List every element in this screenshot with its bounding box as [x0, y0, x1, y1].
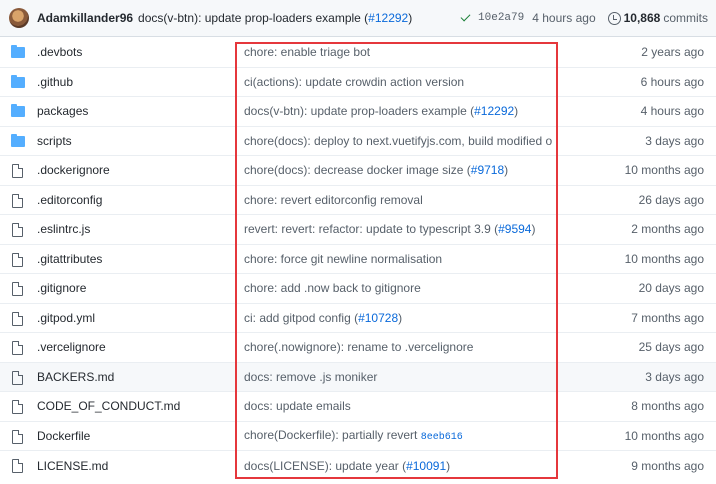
file-icon — [12, 370, 23, 385]
pr-link[interactable]: #12292 — [474, 104, 514, 118]
file-row[interactable]: packages docs(v-btn): update prop-loaders… — [0, 97, 716, 127]
file-icon — [12, 223, 23, 237]
commit-message-link[interactable]: chore: revert editorconfig removal — [244, 193, 552, 207]
commit-message-link[interactable]: chore(docs): decrease docker image size … — [244, 163, 552, 177]
commit-age: 7 months ago — [631, 310, 704, 325]
commit-age: 25 days ago — [638, 340, 704, 355]
file-name-link[interactable]: BACKERS.md — [37, 370, 114, 384]
file-list: .devbots chore: enable triage bot 2 years … — [0, 38, 716, 481]
file-name-link[interactable]: .eslintrc.js — [37, 222, 90, 236]
file-name-link[interactable]: .gitpod.yml — [37, 311, 95, 325]
file-name-link[interactable]: .editorconfig — [37, 193, 102, 207]
commit-age: 8 months ago — [631, 399, 704, 414]
commit-age: 4 hours ago — [640, 104, 704, 119]
commit-age: 2 years ago — [641, 45, 704, 60]
file-row[interactable]: Dockerfile chore(Dockerfile): partially r… — [0, 422, 716, 451]
commit-message-link[interactable]: docs(v-btn): update prop-loaders example… — [244, 104, 552, 118]
commit-message-link[interactable]: docs: remove .js moniker — [244, 370, 552, 384]
commit-age: 3 days ago — [645, 133, 704, 148]
check-icon[interactable] — [460, 12, 472, 24]
file-name-link[interactable]: CODE_OF_CONDUCT.md — [37, 399, 180, 413]
file-icon — [12, 282, 23, 296]
pr-link[interactable]: #9594 — [498, 222, 531, 236]
commit-age: 10 months ago — [624, 428, 704, 443]
file-row[interactable]: .dockerignore chore(docs): decrease docke… — [0, 156, 716, 186]
commit-message-link[interactable]: chore(.nowignore): rename to .verceligno… — [244, 340, 552, 354]
file-name-link[interactable]: LICENSE.md — [37, 459, 108, 473]
file-name-link[interactable]: .dockerignore — [37, 163, 110, 177]
file-icon — [12, 429, 23, 444]
file-row[interactable]: CODE_OF_CONDUCT.md docs: update emails 8 m… — [0, 392, 716, 422]
pr-link[interactable]: #9718 — [471, 163, 504, 177]
file-name-link[interactable]: packages — [37, 104, 88, 118]
file-row[interactable]: .gitattributes chore: force git newline n… — [0, 245, 716, 274]
file-row[interactable]: .eslintrc.js revert: revert: refactor: up… — [0, 215, 716, 245]
file-icon — [12, 341, 23, 355]
file-icon — [12, 400, 23, 414]
commit-age: 3 days ago — [645, 369, 704, 384]
file-name-link[interactable]: Dockerfile — [37, 429, 90, 443]
file-row[interactable]: LICENSE.md docs(LICENSE): update year (#1… — [0, 451, 716, 481]
commit-age: 10 months ago — [624, 251, 704, 266]
folder-icon — [11, 74, 25, 88]
commits-label[interactable]: commits — [663, 11, 708, 25]
file-name-link[interactable]: .vercelignore — [37, 340, 106, 354]
commit-message-link[interactable]: ci: add gitpod config (#10728) — [244, 311, 552, 325]
file-row[interactable]: scripts chore(docs): deploy to next.vueti… — [0, 127, 716, 156]
commit-message-link[interactable]: revert: revert: refactor: update to type… — [244, 222, 552, 236]
commit-age: 20 days ago — [638, 281, 704, 296]
commit-time: 4 hours ago — [532, 11, 596, 25]
latest-commit-pr-link[interactable]: #12292 — [368, 11, 408, 25]
pr-link[interactable]: #10728 — [358, 311, 398, 325]
commit-message-link[interactable]: chore: force git newline normalisation — [244, 252, 552, 266]
commit-message-link[interactable]: docs(LICENSE): update year (#10091) — [244, 459, 552, 473]
commit-message-link[interactable]: docs: update emails — [244, 399, 552, 413]
file-icon — [12, 164, 23, 178]
commit-age: 26 days ago — [638, 192, 704, 207]
file-icon — [12, 252, 23, 267]
file-row[interactable]: .gitpod.yml ci: add gitpod config (#10728… — [0, 304, 716, 333]
latest-commit-bar: Adamkillander96 docs(v-btn): update prop… — [0, 0, 716, 37]
commit-sha-link[interactable]: 8eeb616 — [421, 432, 463, 443]
commit-age: 10 months ago — [624, 163, 704, 178]
file-name-link[interactable]: scripts — [37, 134, 72, 148]
file-icon — [12, 459, 23, 473]
folder-icon — [11, 45, 25, 58]
file-name-link[interactable]: .gitattributes — [37, 252, 102, 266]
folder-icon — [11, 133, 25, 147]
commit-message-link[interactable]: chore: enable triage bot — [244, 45, 552, 59]
file-row[interactable]: .gitignore chore: add .now back to gitign… — [0, 274, 716, 304]
latest-commit-message[interactable]: docs(v-btn): update prop-loaders example… — [138, 11, 412, 25]
commit-sha[interactable]: 10e2a79 — [478, 12, 524, 24]
commit-age: 2 months ago — [631, 222, 704, 237]
file-icon — [12, 193, 23, 208]
file-row[interactable]: .editorconfig chore: revert editorconfig … — [0, 186, 716, 215]
commit-age: 9 months ago — [631, 458, 704, 473]
file-row[interactable]: .vercelignore chore(.nowignore): rename t… — [0, 333, 716, 363]
file-row[interactable]: .github ci(actions): update crowdin actio… — [0, 68, 716, 97]
pr-link[interactable]: #10091 — [406, 459, 446, 473]
commit-message-link[interactable]: chore: add .now back to gitignore — [244, 281, 552, 295]
commit-message-link[interactable]: chore(Dockerfile): partially revert 8eeb… — [244, 428, 552, 443]
file-name-link[interactable]: .github — [37, 75, 73, 89]
commit-message-link[interactable]: ci(actions): update crowdin action versi… — [244, 75, 552, 89]
file-row[interactable]: BACKERS.md docs: remove .js moniker 3 days… — [0, 362, 716, 392]
folder-icon — [11, 104, 25, 117]
author-avatar[interactable] — [9, 8, 29, 28]
commits-count[interactable]: 10,868 — [624, 11, 661, 25]
file-row[interactable]: .devbots chore: enable triage bot 2 years … — [0, 38, 716, 68]
commit-message-link[interactable]: chore(docs): deploy to next.vuetifyjs.co… — [244, 134, 552, 148]
commit-author[interactable]: Adamkillander96 — [37, 11, 133, 25]
commit-age: 6 hours ago — [640, 74, 704, 89]
file-name-link[interactable]: .devbots — [37, 45, 82, 59]
file-icon — [12, 311, 23, 326]
history-icon[interactable] — [607, 11, 621, 25]
file-name-link[interactable]: .gitignore — [37, 281, 86, 295]
